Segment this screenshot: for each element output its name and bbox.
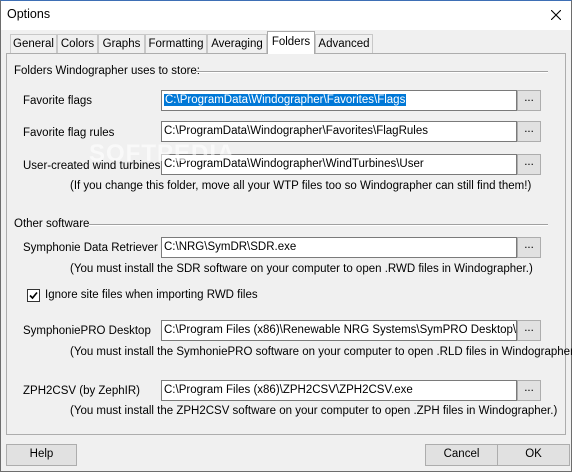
favorite-flags-label: Favorite flags <box>23 95 93 107</box>
favorite-flags-value: C:\ProgramData\Windographer\Favorites\Fl… <box>164 94 407 106</box>
help-button[interactable]: Help <box>6 444 77 466</box>
tab-general[interactable]: General <box>10 34 57 53</box>
zph2csv-label: ZPH2CSV (by ZephIR) <box>23 385 140 397</box>
zph2csv-field[interactable]: C:\Program Files (x86)\ZPH2CSV\ZPH2CSV.e… <box>161 380 517 401</box>
favorite-flag-rules-label: Favorite flag rules <box>23 127 115 139</box>
tab-averaging[interactable]: Averaging <box>207 34 267 53</box>
options-dialog: Options General Colors Graphs Formatting… <box>0 0 572 472</box>
symphonie-note: (You must install the SDR software on yo… <box>70 263 533 275</box>
wind-turbines-browse-button[interactable]: ... <box>517 154 541 175</box>
wind-turbines-note: (If you change this folder, move all you… <box>70 180 532 192</box>
tab-formatting[interactable]: Formatting <box>145 34 207 53</box>
other-software-heading: Other software <box>14 218 90 230</box>
close-icon <box>551 10 561 20</box>
zph2csv-note: (You must install the ZPH2CSV software o… <box>70 405 558 417</box>
favorite-flags-field[interactable]: C:\ProgramData\Windographer\Favorites\Fl… <box>161 90 517 111</box>
folders-heading: Folders Windographer uses to store: <box>14 65 201 77</box>
sympro-label: SymphoniePRO Desktop <box>23 325 151 337</box>
symphonie-browse-button[interactable]: ... <box>517 237 541 258</box>
sympro-field[interactable]: C:\Program Files (x86)\Renewable NRG Sys… <box>161 320 517 341</box>
window-title: Options <box>7 7 51 21</box>
favorite-flag-rules-browse-button[interactable]: ... <box>517 121 541 142</box>
symphonie-label: Symphonie Data Retriever <box>23 242 158 254</box>
other-software-divider <box>89 224 548 226</box>
close-button[interactable] <box>541 1 571 30</box>
favorite-flag-rules-field[interactable]: C:\ProgramData\Windographer\Favorites\Fl… <box>161 121 517 142</box>
tab-advanced[interactable]: Advanced <box>315 34 373 53</box>
title-bar: Options <box>1 1 571 30</box>
cancel-button[interactable]: Cancel <box>425 444 498 466</box>
tab-folders[interactable]: Folders <box>267 31 315 54</box>
zph2csv-browse-button[interactable]: ... <box>517 380 541 401</box>
ignore-site-checkbox[interactable] <box>27 289 40 302</box>
symphonie-field[interactable]: C:\NRG\SymDR\SDR.exe <box>161 237 517 258</box>
favorite-flags-browse-button[interactable]: ... <box>517 90 541 111</box>
ok-button[interactable]: OK <box>497 444 570 466</box>
folders-divider <box>196 71 548 73</box>
folders-panel: SOFTPEDIA Folders Windographer uses to s… <box>6 53 572 435</box>
checkmark-icon <box>29 291 38 300</box>
wind-turbines-field[interactable]: C:\ProgramData\Windographer\WindTurbines… <box>161 154 517 175</box>
sympro-note: (You must install the SymhoniePRO softwa… <box>70 346 572 358</box>
tab-graphs[interactable]: Graphs <box>98 34 145 53</box>
sympro-browse-button[interactable]: ... <box>517 320 541 341</box>
tab-colors[interactable]: Colors <box>57 34 98 53</box>
wind-turbines-label: User-created wind turbines <box>23 160 161 172</box>
ignore-site-label[interactable]: Ignore site files when importing RWD fil… <box>45 289 258 301</box>
